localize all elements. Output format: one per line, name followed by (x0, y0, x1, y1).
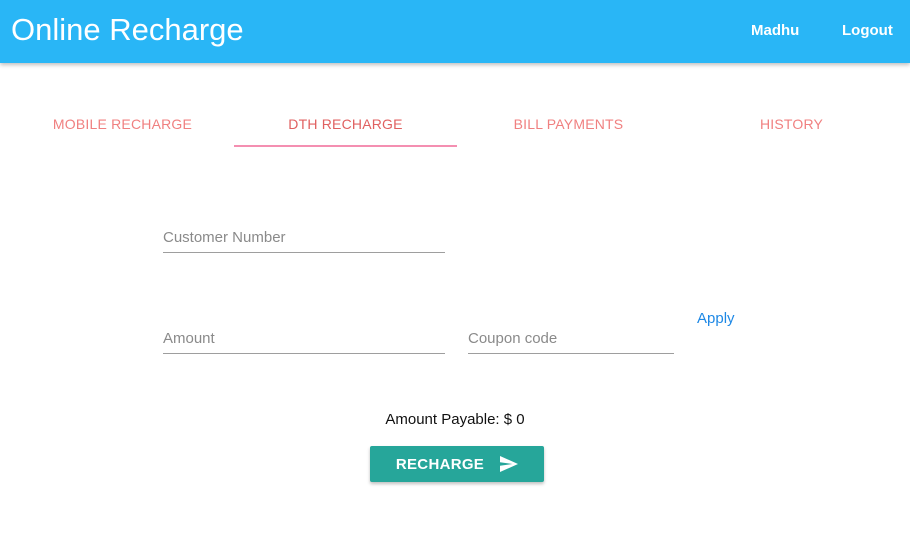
amount-payable-text: Amount Payable: $ 0 (385, 411, 525, 428)
logout-button[interactable]: Logout (842, 22, 893, 40)
customer-number-field (163, 214, 445, 253)
coupon-code-field (468, 315, 674, 354)
recharge-button-label: RECHARGE (395, 455, 485, 473)
app-title: Online Recharge (11, 12, 244, 47)
coupon-code-input[interactable] (468, 330, 674, 347)
tab-history[interactable]: HISTORY (680, 102, 903, 147)
tab-bill-payments[interactable]: BILL PAYMENTS (457, 102, 680, 147)
user-name-button[interactable]: Madhu (751, 22, 799, 40)
tab-dth-recharge[interactable]: DTH RECHARGE (234, 102, 457, 147)
active-tab-indicator (234, 145, 457, 147)
send-icon (500, 456, 519, 472)
amount-field (163, 315, 445, 354)
apply-coupon-link[interactable]: Apply (697, 310, 735, 327)
customer-number-input[interactable] (163, 229, 445, 246)
recharge-button[interactable]: RECHARGE (370, 446, 544, 482)
amount-input[interactable] (163, 330, 445, 347)
tab-mobile-recharge[interactable]: MOBILE RECHARGE (11, 102, 234, 147)
app-bar: Online Recharge Madhu Logout (0, 0, 910, 63)
